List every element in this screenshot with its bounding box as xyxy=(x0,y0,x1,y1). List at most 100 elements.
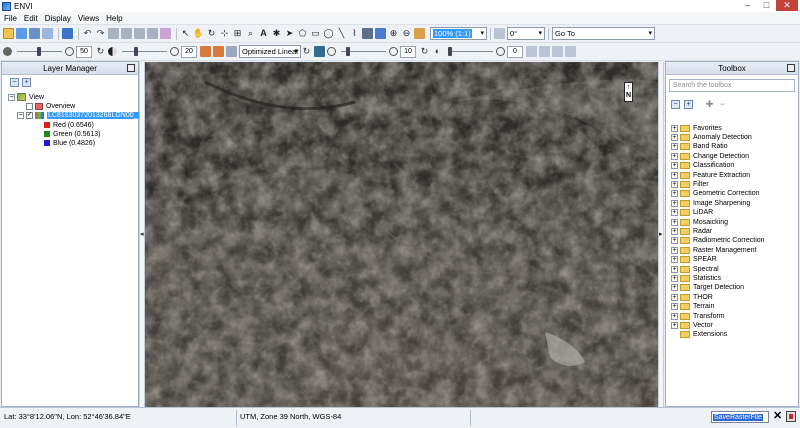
picture-icon[interactable] xyxy=(362,28,373,39)
stretch-toggle-icon[interactable] xyxy=(226,46,237,57)
expand-icon[interactable]: + xyxy=(671,293,678,301)
image-view[interactable]: ↑ N xyxy=(145,62,658,407)
layer-checkbox[interactable]: ✓ xyxy=(26,111,33,119)
pin-icon[interactable] xyxy=(787,64,795,72)
transparency-value[interactable]: 0 xyxy=(507,45,523,58)
cursor-icon[interactable]: ⊹ xyxy=(219,28,230,39)
ellipse-icon[interactable]: ◯ xyxy=(323,28,334,39)
line-icon[interactable]: ╲ xyxy=(336,28,347,39)
expand-icon[interactable]: + xyxy=(671,227,678,235)
toolbox-item[interactable]: +Extensions xyxy=(671,330,727,340)
fly-icon[interactable] xyxy=(375,28,386,39)
symbol-icon[interactable]: ✱ xyxy=(271,28,282,39)
zoom-box-icon[interactable]: ⌕ xyxy=(245,28,256,39)
expand-all-icon[interactable]: + xyxy=(684,100,693,109)
expand-icon[interactable]: + xyxy=(671,199,678,207)
minimize-button[interactable]: – xyxy=(738,0,757,11)
zoom-out-icon[interactable]: ⊖ xyxy=(401,28,412,39)
pin-icon[interactable] xyxy=(127,64,135,72)
menu-display[interactable]: Display xyxy=(45,14,71,23)
cancel-process-icon[interactable]: ✕ xyxy=(773,409,782,422)
open-file-icon[interactable] xyxy=(3,28,14,39)
collapse-right-icon[interactable]: ▸ xyxy=(659,230,663,238)
transparency-slider[interactable] xyxy=(448,46,493,57)
stretch-icon[interactable] xyxy=(213,46,224,57)
undo-icon[interactable]: ↶ xyxy=(82,28,93,39)
expand-icon[interactable]: + xyxy=(671,265,678,273)
polyline-icon[interactable]: ⌇ xyxy=(349,28,360,39)
contrast-value[interactable]: 20 xyxy=(181,45,197,58)
flicker-icon[interactable] xyxy=(552,46,563,57)
refresh-stretch-icon[interactable]: ↻ xyxy=(301,46,312,57)
collapse-all-icon[interactable]: − xyxy=(671,100,680,109)
collapse-left-icon[interactable]: ◂ xyxy=(140,230,144,238)
select-icon[interactable]: ↖ xyxy=(180,28,191,39)
remove-favorite-icon[interactable]: − xyxy=(717,99,728,110)
expand-icon[interactable]: + xyxy=(671,246,678,254)
expand-icon[interactable]: + xyxy=(671,124,678,132)
histogram-icon[interactable] xyxy=(200,46,211,57)
sharpen-value[interactable]: 10 xyxy=(400,45,416,58)
expand-icon[interactable]: + xyxy=(671,284,678,292)
collapse-all-icon[interactable]: − xyxy=(10,78,19,87)
menu-edit[interactable]: Edit xyxy=(24,14,38,23)
expand-icon[interactable]: + xyxy=(671,274,678,282)
expand-icon[interactable]: + xyxy=(671,209,678,217)
menu-help[interactable]: Help xyxy=(106,14,122,23)
zoom-combo[interactable]: 100% (1:1) ▾ xyxy=(430,27,487,40)
redo-icon[interactable]: ↷ xyxy=(95,28,106,39)
toolbox-search-input[interactable]: Search the toolbox xyxy=(669,79,795,92)
maximize-button[interactable]: □ xyxy=(757,0,776,11)
expand-icon[interactable]: + xyxy=(671,321,678,329)
blend-icon[interactable] xyxy=(539,46,550,57)
collapse-icon[interactable]: − xyxy=(17,111,24,119)
refresh-sharpen-icon[interactable]: ↻ xyxy=(419,46,430,57)
expand-icon[interactable]: + xyxy=(671,237,678,245)
crosshair-icon[interactable] xyxy=(121,28,132,39)
rotate-combo[interactable]: 0° ▾ xyxy=(507,27,545,40)
expand-icon[interactable]: + xyxy=(671,162,678,170)
pan-icon[interactable]: ✋ xyxy=(193,28,204,39)
print-icon[interactable] xyxy=(42,28,53,39)
add-favorite-icon[interactable]: ✚ xyxy=(704,99,715,110)
chip-icon[interactable] xyxy=(134,28,145,39)
band-combo-icon[interactable] xyxy=(314,46,325,57)
text-annotation-icon[interactable]: A xyxy=(258,28,269,39)
stop-process-icon[interactable] xyxy=(786,411,796,422)
sharpen-reset-icon[interactable] xyxy=(389,47,398,56)
grid-icon[interactable] xyxy=(108,28,119,39)
rotate-view-icon[interactable] xyxy=(494,28,505,39)
brightness-value[interactable]: 50 xyxy=(76,45,92,58)
save-icon[interactable] xyxy=(29,28,40,39)
right-splitter[interactable]: ▸ xyxy=(658,62,664,407)
close-button[interactable]: ✕ xyxy=(776,0,798,11)
expand-icon[interactable]: + xyxy=(671,143,678,151)
arrow-icon[interactable]: ➤ xyxy=(284,28,295,39)
swipe-icon[interactable] xyxy=(565,46,576,57)
pixel-icon[interactable] xyxy=(147,28,158,39)
menu-file[interactable]: File xyxy=(4,14,17,23)
expand-icon[interactable]: + xyxy=(671,190,678,198)
expand-icon[interactable]: + xyxy=(671,218,678,226)
contrast-slider[interactable] xyxy=(122,46,167,57)
rectangle-icon[interactable]: ▭ xyxy=(310,28,321,39)
refresh-icon[interactable]: ↻ xyxy=(95,46,106,57)
portal-icon[interactable] xyxy=(526,46,537,57)
expand-icon[interactable]: + xyxy=(671,256,678,264)
expand-icon[interactable]: + xyxy=(671,171,678,179)
command-field[interactable]: SaveRasterFile xyxy=(711,411,769,423)
menu-views[interactable]: Views xyxy=(78,14,99,23)
expand-icon[interactable]: + xyxy=(671,133,678,141)
zoom-fixed-icon[interactable] xyxy=(414,28,425,39)
brightness-slider[interactable] xyxy=(17,46,62,57)
expand-icon[interactable]: + xyxy=(671,152,678,160)
rotate-icon[interactable]: ↻ xyxy=(206,28,217,39)
goto-combo[interactable]: Go To ▾ xyxy=(552,27,655,40)
contrast-reset-icon[interactable] xyxy=(170,47,179,56)
sharpen-slider[interactable] xyxy=(341,46,386,57)
expand-icon[interactable]: + xyxy=(671,180,678,188)
collapse-icon[interactable]: − xyxy=(8,93,15,101)
polygon-icon[interactable]: ⬠ xyxy=(297,28,308,39)
expand-icon[interactable]: + xyxy=(671,303,678,311)
data-manager-icon[interactable] xyxy=(16,28,27,39)
